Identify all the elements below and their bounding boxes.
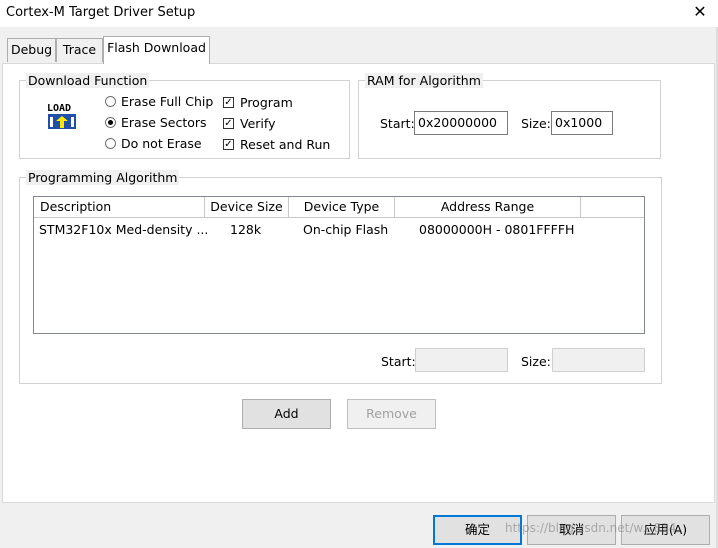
add-button[interactable]: Add bbox=[242, 399, 331, 429]
radio-erase-sectors-label: Erase Sectors bbox=[121, 115, 207, 130]
cancel-button[interactable]: 取消 bbox=[527, 515, 616, 545]
checkbox-reset-and-run-label: Reset and Run bbox=[240, 137, 331, 152]
download-function-label: Download Function bbox=[26, 73, 150, 88]
column-header-description[interactable]: Description bbox=[34, 197, 205, 218]
checkbox-verify[interactable]: ✓ bbox=[223, 118, 234, 129]
ram-size-input[interactable]: 0x1000 bbox=[551, 111, 613, 135]
column-header-address-range[interactable]: Address Range bbox=[395, 197, 581, 218]
radio-do-not-erase[interactable] bbox=[105, 138, 116, 149]
checkbox-program[interactable]: ✓ bbox=[223, 97, 234, 108]
column-header-device-type[interactable]: Device Type bbox=[289, 197, 395, 218]
ok-button[interactable]: 确定 bbox=[433, 515, 522, 545]
algorithm-list[interactable]: Description Device Size Device Type Addr… bbox=[33, 196, 645, 334]
checkbox-program-label: Program bbox=[240, 95, 293, 110]
tab-flash-download[interactable]: Flash Download bbox=[103, 36, 210, 64]
column-header-filler bbox=[581, 197, 644, 218]
radio-erase-full-chip[interactable] bbox=[105, 96, 116, 107]
checkbox-reset-and-run[interactable]: ✓ bbox=[223, 139, 234, 150]
ram-start-input[interactable]: 0x20000000 bbox=[414, 111, 508, 135]
ram-size-label: Size: bbox=[521, 116, 551, 131]
algo-size-label: Size: bbox=[521, 354, 551, 369]
algo-size-input[interactable] bbox=[552, 348, 645, 372]
ram-start-label: Start: bbox=[380, 116, 415, 131]
load-icon: LOAD bbox=[45, 99, 79, 133]
row-device-size: 128k bbox=[230, 222, 262, 237]
radio-do-not-erase-label: Do not Erase bbox=[121, 136, 202, 151]
algo-start-label: Start: bbox=[381, 354, 416, 369]
apply-button[interactable]: 应用(A) bbox=[621, 515, 710, 545]
row-device-type: On-chip Flash bbox=[303, 222, 389, 237]
row-address-range: 08000000H - 0801FFFFH bbox=[419, 222, 575, 237]
remove-button[interactable]: Remove bbox=[347, 399, 436, 429]
ram-group-label: RAM for Algorithm bbox=[365, 73, 483, 88]
load-icon-text: LOAD bbox=[47, 103, 71, 114]
programming-algorithm-label: Programming Algorithm bbox=[26, 170, 180, 185]
row-description: STM32F10x Med-density ... bbox=[39, 222, 209, 237]
tab-debug[interactable]: Debug bbox=[7, 38, 56, 62]
close-icon[interactable]: ✕ bbox=[690, 2, 710, 22]
radio-erase-sectors[interactable] bbox=[105, 117, 116, 128]
tab-trace[interactable]: Trace bbox=[56, 38, 103, 62]
radio-erase-full-chip-label: Erase Full Chip bbox=[121, 94, 214, 109]
table-row[interactable]: STM32F10x Med-density ... 128k On-chip F… bbox=[34, 219, 644, 239]
column-header-device-size[interactable]: Device Size bbox=[205, 197, 289, 218]
algo-start-input[interactable] bbox=[415, 348, 508, 372]
window-title: Cortex-M Target Driver Setup bbox=[6, 5, 196, 20]
checkbox-verify-label: Verify bbox=[240, 116, 276, 131]
